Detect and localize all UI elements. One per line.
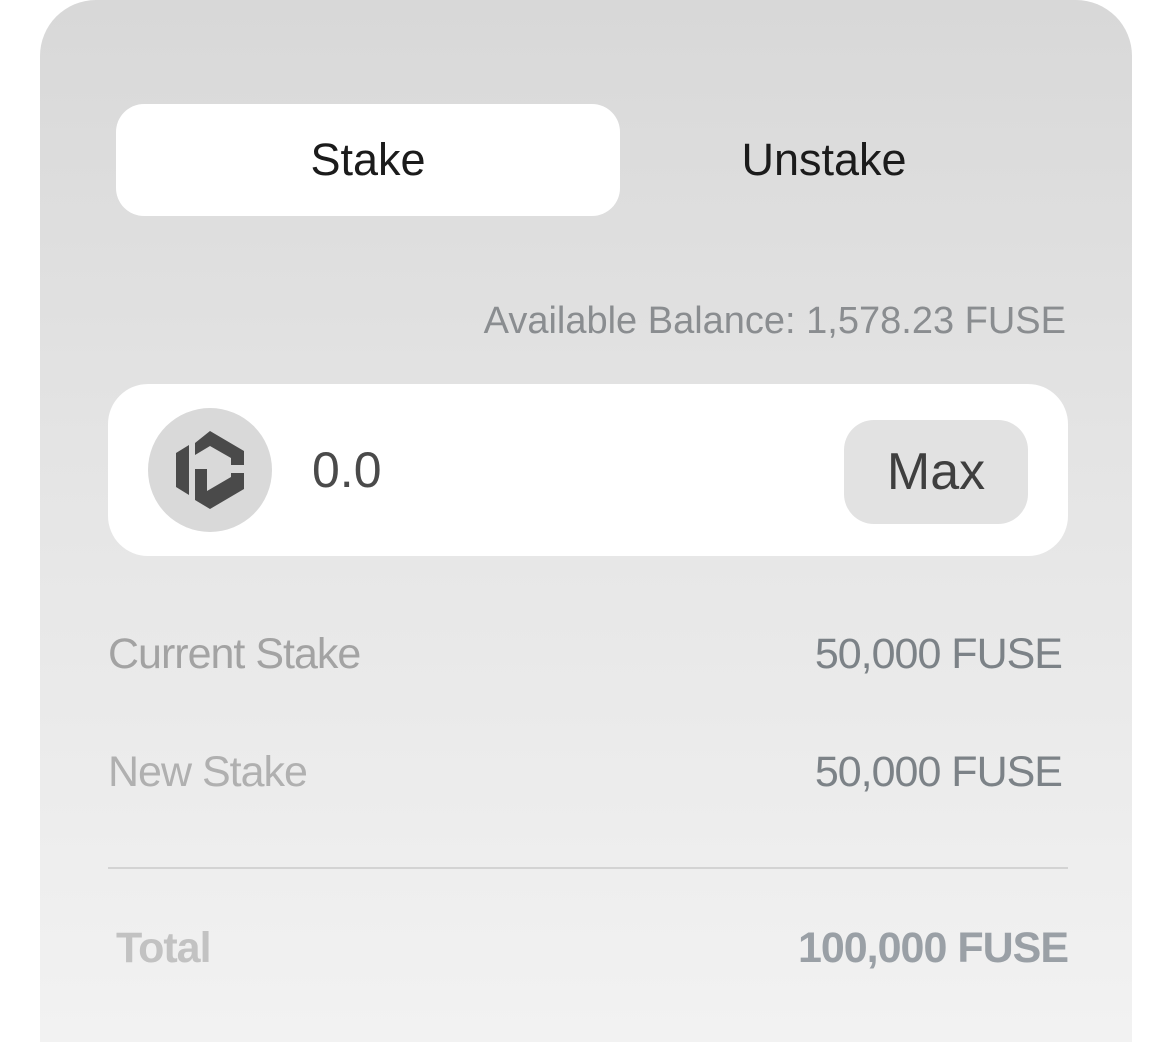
tab-stake[interactable]: Stake	[116, 104, 620, 216]
fuse-logo-icon	[176, 431, 244, 509]
stake-amount-input[interactable]	[312, 434, 812, 506]
new-stake-value: 50,000 FUSE	[814, 748, 1063, 796]
new-stake-row: New Stake 50,000 FUSE	[108, 748, 1068, 808]
total-value: 100,000 FUSE	[797, 924, 1069, 972]
current-stake-value: 50,000 FUSE	[814, 630, 1063, 678]
tab-unstake[interactable]: Unstake	[572, 104, 1076, 216]
current-stake-label: Current Stake	[108, 630, 361, 678]
current-stake-row: Current Stake 50,000 FUSE	[108, 630, 1068, 690]
available-balance: Available Balance: 1,578.23 FUSE	[483, 300, 1066, 342]
stake-card: Stake Unstake Available Balance: 1,578.2…	[40, 0, 1132, 1042]
summary-divider	[108, 867, 1068, 869]
total-row: Total 100,000 FUSE	[108, 924, 1069, 984]
new-stake-label: New Stake	[108, 748, 308, 796]
tab-stake-label: Stake	[310, 134, 426, 185]
fuse-token-icon	[148, 408, 272, 532]
stake-unstake-tabs: Stake Unstake	[116, 104, 1076, 216]
amount-input-box: Max	[108, 384, 1068, 556]
total-label: Total	[116, 924, 212, 972]
max-button[interactable]: Max	[844, 420, 1028, 524]
tab-unstake-label: Unstake	[741, 134, 907, 185]
